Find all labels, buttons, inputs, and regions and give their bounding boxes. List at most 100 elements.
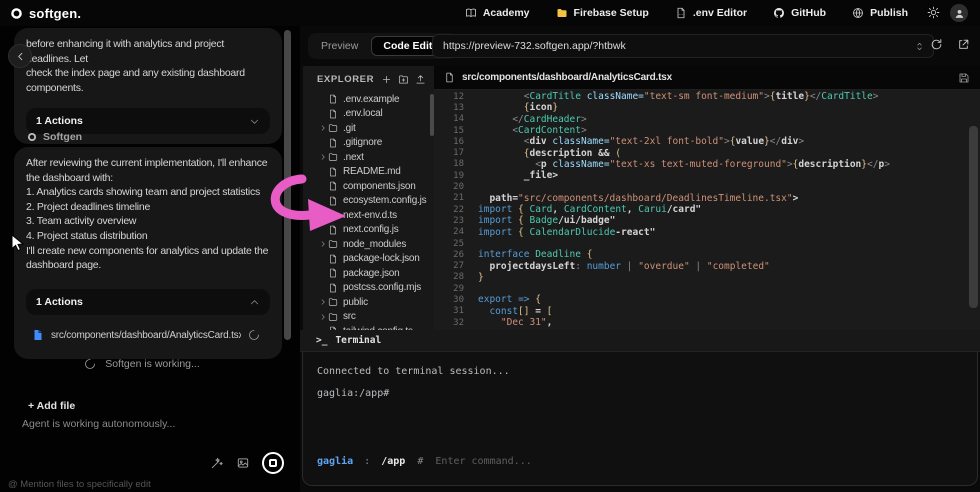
line-number: 30 [434, 295, 464, 305]
app-root: softgen. Academy Firebase Setup .env Edito… [0, 0, 980, 492]
explorer-item-next-env-d-ts[interactable]: next-env.d.ts [303, 208, 434, 223]
line-number: 31 [434, 306, 464, 316]
actions-label: 1 Actions [36, 115, 249, 127]
tab-preview[interactable]: Preview [310, 37, 369, 55]
url-input[interactable] [433, 40, 914, 52]
wand-icon[interactable] [210, 456, 224, 470]
explorer-item-name: postcss.config.mjs [338, 282, 421, 293]
explorer-item-name: ecosystem.config.js [338, 195, 426, 206]
nav-item-github[interactable]: GitHub [773, 7, 826, 19]
image-icon[interactable] [236, 456, 250, 470]
chevron-right-icon [317, 124, 328, 132]
nav-item--env-editor[interactable]: .env Editor [675, 7, 747, 19]
code-text: {description && ( [464, 148, 621, 159]
refresh-icon[interactable] [930, 38, 943, 51]
line-number: 23 [434, 216, 464, 226]
code-line: 18 <p className="text-xs text-muted-fore… [434, 159, 980, 170]
agent-name: Softgen [43, 131, 82, 143]
softgen-logo-icon [10, 7, 23, 20]
code-text: } [464, 272, 484, 283]
explorer-item-src[interactable]: src [303, 310, 434, 325]
explorer-item-name: .git [338, 123, 356, 134]
terminal-header[interactable]: >_ Terminal [300, 330, 980, 352]
explorer-item--env-example[interactable]: .env.example [303, 92, 434, 107]
code-line: 28} [434, 272, 980, 283]
composer-icons [210, 452, 284, 474]
chat-message-line: check the index page and any existing da… [26, 66, 270, 81]
preview-actions [930, 38, 970, 51]
brand[interactable]: softgen. [0, 6, 81, 21]
explorer-item-components-json[interactable]: components.json [303, 179, 434, 194]
code-area[interactable]: 12 <CardTitle className="text-sm font-me… [434, 90, 980, 330]
explorer-item-public[interactable]: public [303, 295, 434, 310]
brand-name: softgen. [29, 6, 81, 21]
terminal-output-line: gaglia:/app# [317, 388, 963, 399]
url-bar [432, 34, 934, 58]
code-line: 15 <CardContent> [434, 125, 980, 136]
terminal-prompt[interactable]: gaglia : /app # Enter command... [317, 456, 532, 467]
code-text: </CardHeader> [464, 114, 587, 125]
code-text: <div className="text-2xl font-bold">{val… [464, 136, 804, 147]
code-line: 29 [434, 283, 980, 294]
editor-open-file-path[interactable]: src/components/dashboard/AnalyticsCard.t… [462, 72, 951, 83]
nav-items: Academy Firebase Setup .env Editor GitHub Pu… [465, 0, 908, 26]
sun-icon[interactable] [927, 6, 940, 19]
actions-collapsible-expanded[interactable]: 1 Actions [26, 289, 270, 315]
code-line: 27 projectdaysLeft: number | "overdue" |… [434, 260, 980, 271]
chat-message-line: 1. Analytics cards showing team and proj… [26, 185, 270, 200]
chat-message-line: components. [26, 81, 270, 96]
explorer-item-name: package-lock.json [338, 253, 420, 264]
chat-message-line: 3. Team activity overview [26, 214, 270, 229]
new-file-plus-icon[interactable] [381, 74, 392, 85]
actions-label: 1 Actions [36, 296, 249, 308]
code-text: path="src/components/dashboard/Deadlines… [464, 193, 798, 204]
chevron-right-icon [317, 240, 328, 248]
nav-item-label: .env Editor [693, 7, 747, 19]
explorer-item-name: next.config.js [338, 224, 399, 235]
explorer-item-postcss-config-mjs[interactable]: postcss.config.mjs [303, 281, 434, 296]
chat-scrollbar[interactable] [284, 30, 291, 340]
current-message-text: After reviewing the current implementati… [14, 147, 282, 273]
upload-icon[interactable] [415, 74, 426, 85]
file-explorer: EXPLORER .env.example.env.local.git.gi [303, 66, 434, 330]
agent-row: Softgen [27, 131, 82, 143]
nav-item-publish[interactable]: Publish [852, 7, 908, 19]
save-icon[interactable] [958, 72, 970, 84]
line-number: 15 [434, 126, 464, 136]
terminal-body[interactable]: Connected to terminal session...gaglia:/… [302, 352, 978, 486]
globe-icon [852, 7, 864, 19]
explorer-item--gitignore[interactable]: .gitignore [303, 136, 434, 151]
user-avatar[interactable] [950, 4, 968, 22]
line-number: 18 [434, 159, 464, 169]
code-line: 25 [434, 238, 980, 249]
chevron-left-icon [15, 51, 26, 62]
stop-icon [269, 459, 277, 467]
stop-button[interactable] [262, 452, 284, 474]
explorer-item-name: components.json [338, 181, 416, 192]
explorer-item--next[interactable]: .next [303, 150, 434, 165]
external-link-icon[interactable] [957, 38, 970, 51]
collapse-panel-button[interactable] [8, 44, 32, 68]
explorer-item-next-config-js[interactable]: next.config.js [303, 223, 434, 238]
nav-item-academy[interactable]: Academy [465, 7, 530, 19]
explorer-item-package-json[interactable]: package.json [303, 266, 434, 281]
explorer-item-name: node_modules [338, 239, 406, 250]
book-icon [465, 7, 477, 19]
explorer-item-package-lock-json[interactable]: package-lock.json [303, 252, 434, 267]
editor-scrollbar[interactable] [969, 126, 978, 308]
explorer-item--env-local[interactable]: .env.local [303, 107, 434, 122]
chat-message-line: 2. Project deadlines timeline [26, 200, 270, 215]
code-line: 24import { CalendarDlucide-react" [434, 227, 980, 238]
chevron-right-icon [317, 153, 328, 161]
explorer-item-name: .gitignore [338, 137, 382, 148]
add-file-button[interactable]: + Add file [28, 400, 75, 412]
terminal-output: Connected to terminal session...gaglia:/… [317, 366, 963, 399]
action-file-row[interactable]: src/components/dashboard/AnalyticsCard.t… [26, 323, 270, 347]
new-folder-icon[interactable] [398, 74, 409, 85]
explorer-item-ecosystem-config-js[interactable]: ecosystem.config.js [303, 194, 434, 209]
nav-item-firebase-setup[interactable]: Firebase Setup [556, 7, 649, 19]
line-number: 21 [434, 193, 464, 203]
explorer-item--git[interactable]: .git [303, 121, 434, 136]
explorer-item-README-md[interactable]: README.md [303, 165, 434, 180]
explorer-item-node-modules[interactable]: node_modules [303, 237, 434, 252]
